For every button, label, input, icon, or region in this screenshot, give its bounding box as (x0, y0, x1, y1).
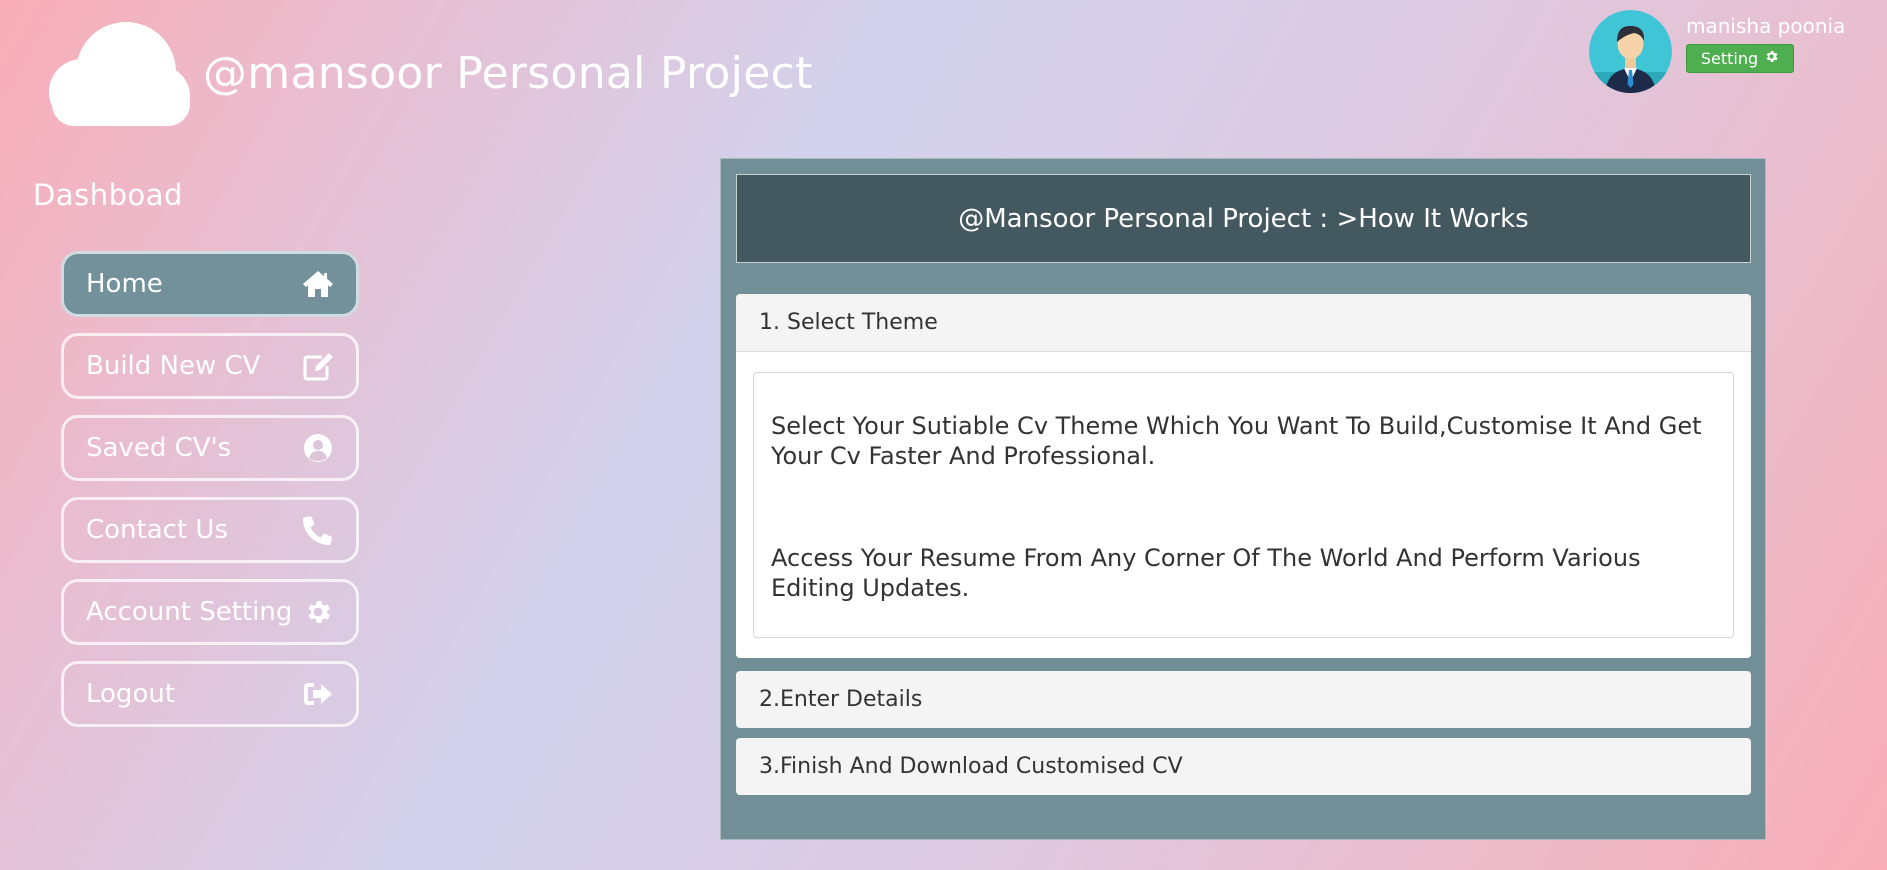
accordion-step-2: 2.Enter Details (736, 671, 1751, 728)
user-avatar-icon[interactable] (1589, 10, 1672, 93)
logout-icon (302, 678, 334, 710)
home-icon (302, 268, 334, 300)
sidebar-item-build-new-cv[interactable]: Build New CV (61, 333, 359, 399)
sidebar-item-label: Contact Us (86, 515, 228, 545)
gear-icon (302, 596, 334, 628)
step-description-paragraph: Access Your Resume From Any Corner Of Th… (771, 544, 1641, 602)
sidebar-item-saved-cvs[interactable]: Saved CV's (61, 415, 359, 481)
accordion-header-select-theme[interactable]: 1. Select Theme (736, 294, 1751, 352)
edit-icon (302, 350, 334, 382)
step-description-card: Select Your Sutiable Cv Theme Which You … (753, 372, 1734, 638)
how-it-works-panel: @Mansoor Personal Project : >How It Work… (720, 158, 1766, 840)
user-name: manisha poonia (1686, 14, 1846, 38)
sidebar-item-label: Home (86, 269, 163, 299)
sidebar-item-label: Logout (86, 679, 176, 709)
panel-title: @Mansoor Personal Project : >How It Work… (736, 174, 1751, 263)
accordion-header-enter-details[interactable]: 2.Enter Details (736, 671, 1751, 728)
setting-button[interactable]: Setting (1686, 44, 1794, 73)
site-title: @mansoor Personal Project (203, 48, 813, 99)
accordion-body: Select Your Sutiable Cv Theme Which You … (736, 352, 1751, 658)
accordion-header-finish-download[interactable]: 3.Finish And Download Customised CV (736, 738, 1751, 795)
user-circle-icon (302, 432, 334, 464)
accordion-step-1: 1. Select Theme Select Your Sutiable Cv … (736, 294, 1751, 658)
sidebar-item-contact-us[interactable]: Contact Us (61, 497, 359, 563)
step-description-paragraph: Select Your Sutiable Cv Theme Which You … (771, 412, 1702, 470)
cloud-icon (30, 22, 190, 126)
gear-icon (1764, 49, 1779, 68)
phone-icon (302, 514, 334, 546)
sidebar-item-label: Build New CV (86, 351, 261, 381)
dashboard-title: Dashboad (33, 178, 183, 212)
setting-button-label: Setting (1700, 49, 1759, 68)
accordion-step-3: 3.Finish And Download Customised CV (736, 738, 1751, 795)
sidebar-item-label: Saved CV's (86, 433, 232, 463)
sidebar-item-logout[interactable]: Logout (61, 661, 359, 727)
sidebar-item-account-setting[interactable]: Account Setting (61, 579, 359, 645)
sidebar-item-home[interactable]: Home (61, 251, 359, 317)
user-panel: manisha poonia Setting (1589, 10, 1879, 94)
sidebar-item-label: Account Setting (86, 597, 293, 627)
